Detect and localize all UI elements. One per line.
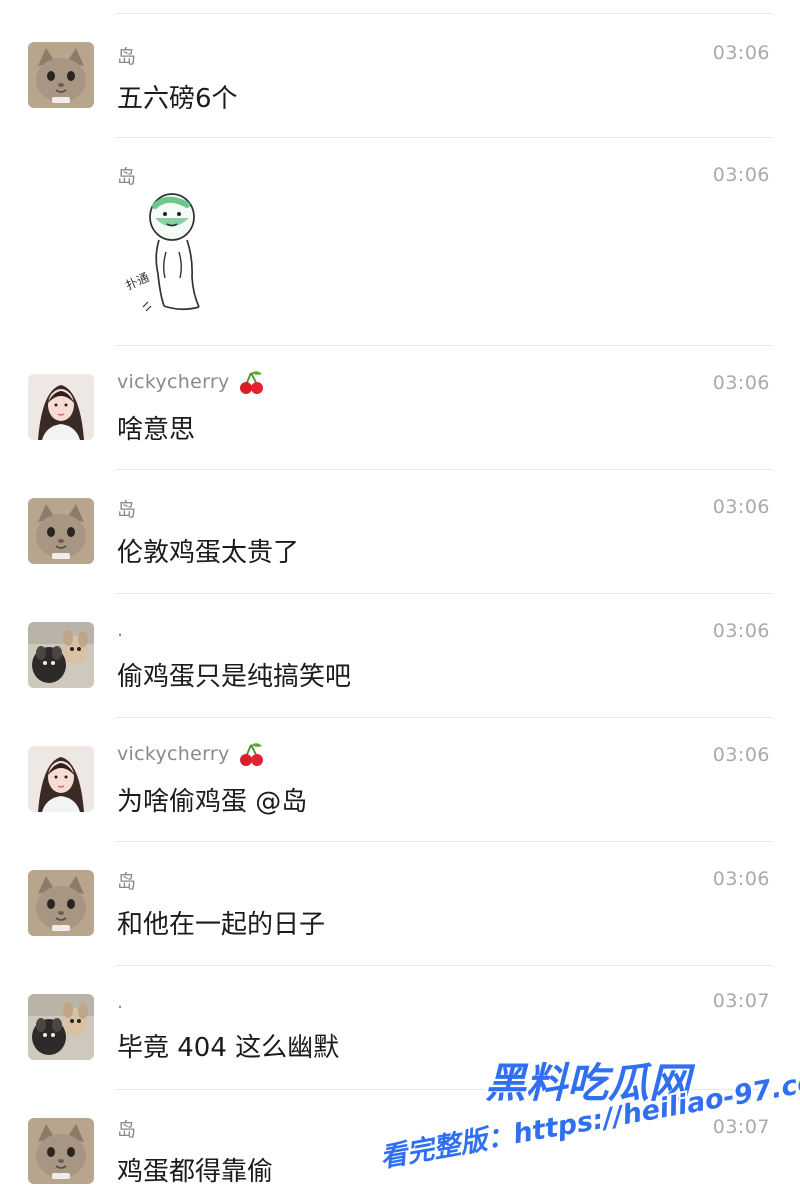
sender-name-text: vickycherry [117, 371, 230, 393]
message-time: 03:06 [712, 164, 770, 186]
message-time: 03:06 [712, 496, 770, 518]
message-text: 偷鸡蛋只是纯搞笑吧 [117, 662, 352, 692]
sender-name: 岛 [117, 46, 137, 68]
avatar-cat[interactable] [28, 1118, 94, 1184]
avatar-girl[interactable] [28, 746, 94, 812]
message-text: 和他在一起的日子 [117, 910, 326, 940]
message-time: 03:06 [712, 42, 770, 64]
avatar-girl[interactable] [28, 374, 94, 440]
message-text: 伦敦鸡蛋太贵了 [117, 538, 300, 568]
message-item[interactable]: vickycherry 03:06 为啥偷鸡蛋 @岛 [0, 718, 800, 842]
cherry-icon [239, 371, 263, 394]
avatar-dogs[interactable] [28, 994, 94, 1060]
chat-history[interactable]: 岛 03:06 五六磅6个 岛 03:06 扑通 vickycherry 03:… [0, 0, 800, 1200]
avatar-cat[interactable] [28, 498, 94, 564]
message-text: 五六磅6个 [117, 84, 238, 114]
message-time: 03:06 [712, 744, 770, 766]
avatar-dogs[interactable] [28, 622, 94, 688]
sender-name: 岛 [117, 166, 137, 188]
message-text: 鸡蛋都得靠偷 [117, 1157, 274, 1187]
sender-name: vickycherry [117, 370, 265, 395]
avatar-cat[interactable] [28, 42, 94, 108]
message-item[interactable]: 岛 03:06 五六磅6个 [0, 14, 800, 138]
message-item[interactable]: 岛 03:06 伦敦鸡蛋太贵了 [0, 470, 800, 594]
sender-name: 岛 [117, 871, 137, 893]
message-text: 为啥偷鸡蛋 @岛 [117, 787, 308, 817]
sender-name: . [117, 991, 124, 1013]
avatar-cat[interactable] [28, 870, 94, 936]
message-time: 03:06 [712, 620, 770, 642]
sender-name: 岛 [117, 499, 137, 521]
sender-name-text: vickycherry [117, 743, 230, 765]
message-item[interactable]: vickycherry 03:06 啥意思 [0, 346, 800, 470]
sender-name: 岛 [117, 1119, 137, 1141]
message-time: 03:07 [712, 990, 770, 1012]
message-item[interactable]: . 03:06 偷鸡蛋只是纯搞笑吧 [0, 594, 800, 718]
watermark: 黑料吃瓜网 看完整版：https://heiliao-97.com [380, 1057, 800, 1176]
sender-name: . [117, 619, 124, 641]
message-time: 03:06 [712, 868, 770, 890]
message-text: 毕竟 404 这么幽默 [117, 1033, 340, 1063]
message-text: 啥意思 [117, 415, 196, 445]
sender-name: vickycherry [117, 742, 265, 767]
sticker-image[interactable]: 扑通 [110, 190, 230, 320]
sticker-caption: 扑通 [124, 270, 152, 293]
cherry-icon [239, 743, 263, 766]
message-item[interactable]: 岛 03:06 和他在一起的日子 [0, 842, 800, 966]
message-time: 03:06 [712, 372, 770, 394]
